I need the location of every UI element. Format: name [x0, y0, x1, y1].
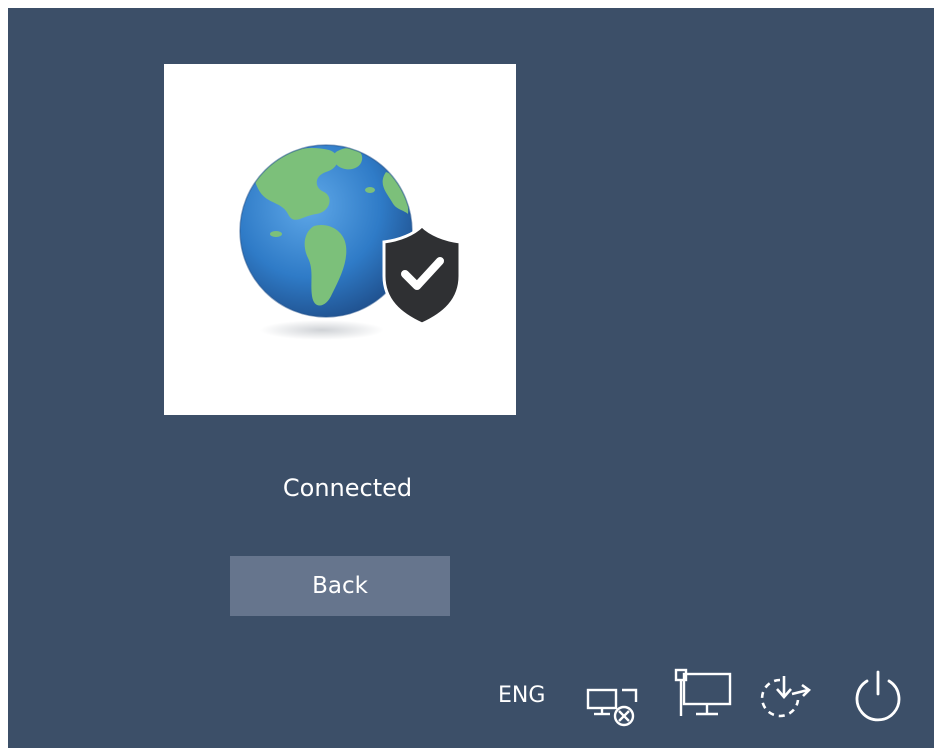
- back-button[interactable]: Back: [230, 556, 450, 616]
- power-icon[interactable]: [850, 668, 906, 724]
- network-icon[interactable]: [670, 668, 736, 722]
- lock-screen: Connected Back ENG: [8, 8, 934, 748]
- ease-of-access-icon[interactable]: [586, 684, 644, 728]
- status-tile: [164, 64, 516, 415]
- globe-shield-icon: [239, 144, 462, 340]
- language-indicator[interactable]: ENG: [498, 680, 545, 712]
- connection-status-text: Connected: [282, 474, 413, 502]
- update-and-restart-icon[interactable]: [758, 670, 816, 724]
